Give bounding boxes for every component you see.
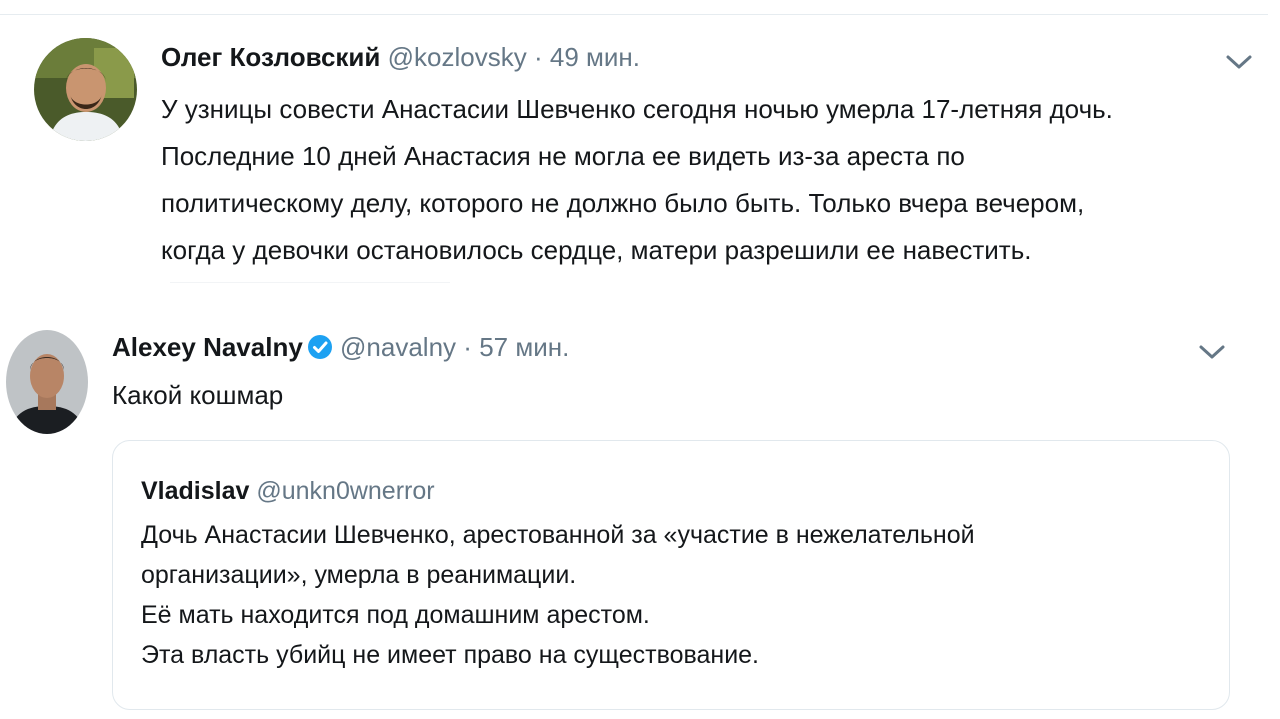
tweet-text: Какой кошмар: [112, 378, 283, 412]
verified-badge-icon: [307, 335, 332, 359]
quoted-text-line: Эта власть убийц не имеет право на сущес…: [141, 641, 760, 669]
quoted-tweet-card[interactable]: Vladislav @unkn0wnerror Дочь Анастасии Ш…: [112, 440, 1230, 710]
quoted-text-line: Дочь Анастасии Шевченко, арестованной за…: [141, 521, 975, 549]
tweet-header: Олег Козловский @kozlovsky · 49 мин.: [161, 40, 640, 74]
quoted-tweet-header: Vladislav @unkn0wnerror: [141, 475, 435, 507]
author-handle[interactable]: @navalny: [340, 332, 456, 362]
tweet-text-line: когда у девочки остановилось сердце, мат…: [161, 235, 1032, 265]
divider: [0, 14, 1268, 15]
separator: ·: [463, 332, 472, 362]
quoted-text-line: Её мать находится под домашним арестом.: [141, 601, 650, 629]
quoted-author-name: Vladislav: [141, 477, 250, 505]
tweet-header: Alexey Navalny @navalny · 57 мин.: [112, 330, 569, 364]
timestamp[interactable]: 57 мин.: [479, 332, 569, 362]
avatar[interactable]: [34, 38, 137, 141]
tweet-text-line: Какой кошмар: [112, 380, 284, 410]
quoted-text-line: организации», умерла в реанимации.: [141, 561, 577, 589]
chevron-down-icon[interactable]: [1224, 52, 1254, 72]
quoted-author-handle: @unkn0wnerror: [256, 477, 435, 505]
chevron-down-icon[interactable]: [1197, 342, 1227, 362]
timeline: Олег Козловский @kozlovsky · 49 мин. У у…: [0, 0, 1280, 719]
tweet-text-line: политическому делу, которого не должно б…: [161, 188, 1085, 218]
separator: ·: [533, 42, 543, 72]
avatar[interactable]: [6, 330, 88, 434]
timestamp[interactable]: 49 мин.: [550, 42, 640, 72]
tweet-text-line: У узницы совести Анастасии Шевченко сего…: [161, 94, 1113, 124]
tweet-text: У узницы совести Анастасии Шевченко сего…: [161, 86, 1113, 274]
author-name[interactable]: Alexey Navalny: [112, 332, 303, 362]
quoted-tweet-text: Дочь Анастасии Шевченко, арестованной за…: [141, 515, 975, 675]
author-name[interactable]: Олег Козловский: [161, 42, 380, 72]
author-handle[interactable]: @kozlovsky: [388, 42, 527, 72]
tweet-text-line: Последние 10 дней Анастасия не могла ее …: [161, 141, 965, 171]
divider: [170, 282, 450, 283]
